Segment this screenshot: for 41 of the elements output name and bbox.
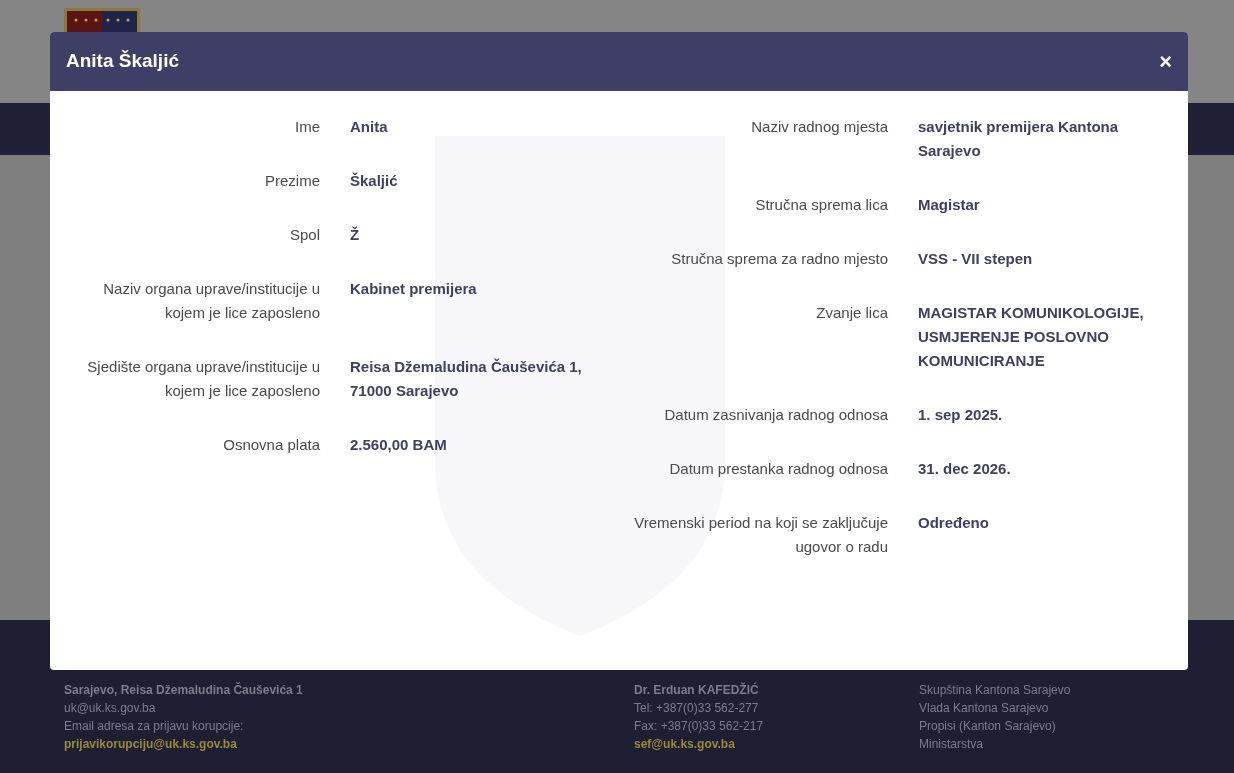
field-value: 31. dec 2026.	[918, 459, 1012, 479]
field-value: Ž	[350, 225, 361, 245]
field-label: Datum prestanka radnog odnosa	[668, 459, 888, 479]
field-value: Kabinet premijera	[350, 279, 478, 299]
field-value: MAGISTAR KOMUNIKOLOGIJE, USMJERENJE POSLOVNO KOMUNICIRANJE	[918, 303, 1145, 371]
field-value: Anita	[350, 117, 389, 137]
field-value: 2.560,00 BAM	[350, 435, 448, 455]
footer-link[interactable]: prijavikorupciju@uk.ks.gov.ba	[64, 735, 634, 753]
modal-title: Anita Škaljić	[66, 49, 179, 74]
field-value: Magistar	[918, 195, 981, 215]
field-value: savjetnik premijera Kantona Sarajevo	[918, 117, 1120, 161]
field-label: Prezime	[264, 171, 320, 191]
field-label: Stručna sprema za radno mjesto	[670, 249, 888, 269]
field-value: Reisa Džemaludina Čauševića 1, 71000 Sarajevo	[350, 357, 583, 401]
footer-text: Tel: +387(0)33 562-277	[634, 700, 760, 717]
footer-text: Fax: +387(0)33 562-217	[634, 718, 765, 735]
close-button[interactable]: ×	[1159, 50, 1172, 73]
footer-text: Email adresa za prijavu korupcije:	[64, 718, 245, 735]
footer-text: Sarajevo, Reisa Džemaludina Čauševića 1	[64, 681, 304, 699]
field-label: Naziv radnog mjesta	[750, 117, 888, 137]
footer-text: uk@uk.ks.gov.ba	[64, 700, 157, 717]
field-label: Stručna sprema lica	[754, 195, 888, 215]
field-value: 1. sep 2025.	[918, 405, 1004, 425]
footer-text: Vlada Kantona Sarajevo	[919, 700, 1050, 717]
field-label: Naziv organa uprave/institucije u kojem je lice zaposleno	[102, 279, 320, 323]
field-value: Određeno	[918, 513, 990, 533]
field-value: Škaljić	[350, 171, 399, 191]
footer-text: Propisi (Kanton Sarajevo)	[919, 718, 1057, 735]
coat-of-arms-icon	[64, 8, 140, 32]
footer-text: Dr. Erduan KAFEDŽIĆ	[634, 681, 760, 699]
field-label: Ime	[294, 117, 320, 137]
field-label: Vremenski period na koji se zaključuje ugovor o radu	[633, 513, 888, 557]
field-value: VSS - VII stepen	[918, 249, 1034, 269]
field-label: Osnovna plata	[222, 435, 320, 455]
field-label: Sjedište organa uprave/institucije u kojem je lice zaposleno	[86, 357, 320, 401]
field-label: Datum zasnivanja radnog odnosa	[663, 405, 888, 425]
field-label: Zvanje lica	[815, 303, 888, 323]
footer-text: Ministarstva	[919, 736, 984, 753]
footer-text: Skupština Kantona Sarajevo	[919, 682, 1071, 699]
field-label: Spol	[288, 225, 320, 245]
footer-link[interactable]: sef@uk.ks.gov.ba	[634, 735, 919, 753]
